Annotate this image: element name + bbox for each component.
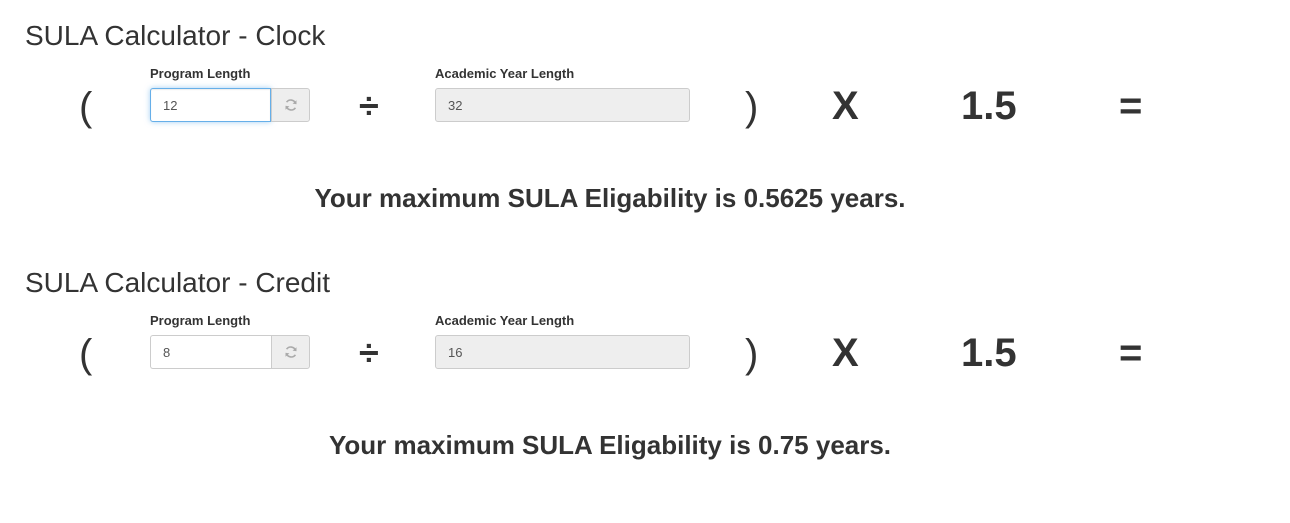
refresh-button[interactable] xyxy=(271,88,310,122)
equals-sign: = xyxy=(1119,84,1143,128)
result-text: Your maximum SULA Eligability is 0.5625 … xyxy=(314,183,906,213)
close-paren: ) xyxy=(745,85,759,129)
multiplier-factor: 1.5 xyxy=(961,84,1017,128)
academic-year-length-input[interactable] xyxy=(435,88,690,122)
academic-year-length-input[interactable] xyxy=(435,335,690,369)
calculator-title: SULA Calculator - Clock xyxy=(25,20,326,51)
times-sign: X xyxy=(832,331,859,375)
academic-year-length-label: Academic Year Length xyxy=(435,313,575,328)
result-text: Your maximum SULA Eligability is 0.75 ye… xyxy=(328,430,892,460)
refresh-icon xyxy=(285,99,296,111)
calculator-title: SULA Calculator - Credit xyxy=(25,267,331,298)
program-length-input-group xyxy=(150,335,310,369)
refresh-button[interactable] xyxy=(271,335,310,369)
program-length-label: Program Length xyxy=(150,313,251,328)
program-length-input-group xyxy=(150,88,310,122)
multiplier-factor: 1.5 xyxy=(961,331,1017,375)
program-length-input[interactable] xyxy=(150,335,271,369)
equals-sign: = xyxy=(1119,331,1143,375)
open-paren: ( xyxy=(79,85,93,129)
divide-sign: ÷ xyxy=(359,332,379,373)
close-paren: ) xyxy=(745,332,759,376)
open-paren: ( xyxy=(79,332,93,376)
refresh-icon xyxy=(285,346,296,358)
times-sign: X xyxy=(832,84,859,128)
academic-year-length-label: Academic Year Length xyxy=(435,66,575,81)
divide-sign: ÷ xyxy=(359,85,379,126)
program-length-label: Program Length xyxy=(150,66,251,81)
program-length-input[interactable] xyxy=(150,88,271,122)
